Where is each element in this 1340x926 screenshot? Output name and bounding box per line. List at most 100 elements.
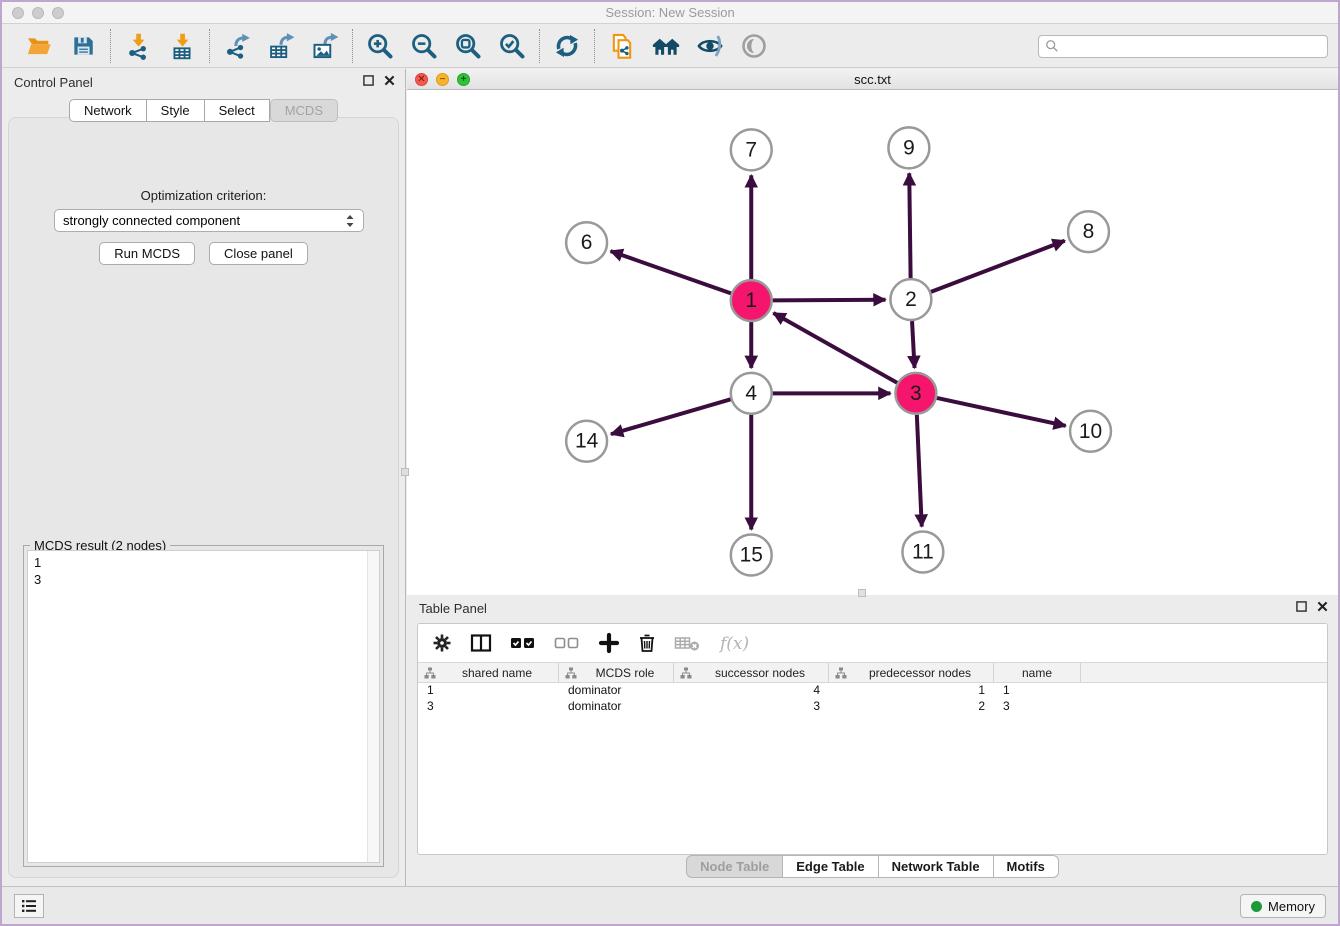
table-row[interactable]: 1dominator411 — [418, 683, 1327, 699]
import-network-icon[interactable] — [123, 31, 153, 61]
node-6[interactable]: 6 — [566, 222, 607, 263]
column-header-MCDS-role[interactable]: MCDS role — [559, 663, 674, 682]
mcds-panel: Optimization criterion: strongly connect… — [8, 117, 399, 878]
edge-1-6[interactable] — [611, 251, 731, 293]
column-header-shared-name[interactable]: shared name — [418, 663, 559, 682]
close-panel-icon[interactable] — [384, 75, 395, 86]
function-builder-icon[interactable]: f(x) — [718, 631, 752, 655]
tab-style[interactable]: Style — [147, 99, 205, 122]
node-15[interactable]: 15 — [731, 535, 772, 576]
tab-node-table[interactable]: Node Table — [686, 855, 783, 878]
node-11[interactable]: 11 — [902, 532, 943, 573]
edge-3-1[interactable] — [773, 313, 897, 383]
memory-status-icon — [1251, 901, 1262, 912]
column-header-label: MCDS role — [577, 666, 673, 680]
export-table-icon[interactable] — [266, 31, 296, 61]
node-label: 9 — [903, 136, 915, 159]
table-cell: 1 — [829, 683, 994, 699]
hide-selected-icon[interactable] — [695, 31, 725, 61]
delete-table-icon[interactable] — [674, 634, 700, 652]
network-canvas[interactable]: 7 9 6 8 1 2 4 3 14 10 15 11 — [407, 90, 1338, 594]
float-table-panel-icon[interactable] — [1296, 601, 1307, 612]
criterion-dropdown[interactable]: strongly connected component — [54, 209, 364, 232]
run-mcds-button[interactable]: Run MCDS — [99, 242, 195, 265]
table-header-row: shared name MCDS rolesuccessor nodesprede… — [418, 662, 1327, 683]
column-header-name[interactable]: name — [994, 663, 1081, 682]
search-field[interactable] — [1038, 35, 1328, 58]
node-7[interactable]: 7 — [731, 129, 772, 170]
node-4[interactable]: 4 — [731, 373, 772, 414]
result-scrollbar[interactable] — [367, 551, 379, 862]
table-row[interactable]: 3dominator323 — [418, 699, 1327, 715]
node-10[interactable]: 10 — [1070, 411, 1111, 452]
vertical-splitter-handle[interactable] — [401, 468, 409, 476]
column-header-successor-nodes[interactable]: successor nodes — [674, 663, 829, 682]
table-panel: Table Panel f(x) shared name MCDS rolesuc… — [407, 595, 1338, 886]
first-neighbors-icon[interactable] — [651, 31, 681, 61]
node-label: 1 — [745, 289, 757, 312]
float-panel-icon[interactable] — [363, 75, 374, 86]
tab-motifs[interactable]: Motifs — [994, 855, 1059, 878]
mcds-result-list[interactable]: 13 — [27, 550, 380, 863]
unselect-all-columns-icon[interactable] — [554, 634, 580, 652]
zoom-in-icon[interactable] — [365, 31, 395, 61]
apply-layout-icon[interactable] — [552, 31, 582, 61]
zoom-out-icon[interactable] — [409, 31, 439, 61]
zoom-fit-icon[interactable] — [453, 31, 483, 61]
search-input[interactable] — [1063, 39, 1321, 53]
node-9[interactable]: 9 — [888, 127, 929, 168]
node-label: 10 — [1079, 420, 1102, 443]
node-3[interactable]: 3 — [895, 373, 936, 414]
add-column-icon[interactable] — [598, 632, 620, 654]
column-header-label: shared name — [436, 666, 558, 680]
clone-network-icon[interactable] — [607, 31, 637, 61]
table-options-gear-icon[interactable] — [432, 633, 452, 653]
edge-2-8[interactable] — [931, 241, 1065, 292]
control-panel: Control Panel NetworkStyleSelectMCDS Opt… — [2, 69, 406, 886]
split-panel-icon[interactable] — [470, 633, 492, 653]
tab-edge-table[interactable]: Edge Table — [783, 855, 878, 878]
export-network-icon[interactable] — [222, 31, 252, 61]
column-tree-icon — [565, 667, 577, 679]
tab-select[interactable]: Select — [205, 99, 270, 122]
memory-button[interactable]: Memory — [1240, 894, 1326, 918]
open-file-icon[interactable] — [24, 31, 54, 61]
edge-3-11[interactable] — [917, 415, 922, 527]
table-panel-title: Table Panel — [419, 601, 487, 616]
node-14[interactable]: 14 — [566, 421, 607, 462]
edge-2-3[interactable] — [912, 321, 914, 368]
dropdown-stepper-icon — [345, 213, 355, 229]
edge-3-10[interactable] — [937, 398, 1066, 426]
tab-mcds[interactable]: MCDS — [270, 99, 338, 122]
table-cell: 4 — [674, 683, 829, 699]
node-8[interactable]: 8 — [1068, 211, 1109, 252]
network-view-window: ✕ − + scc.txt 7968124314101511 — [407, 69, 1338, 595]
node-table-container: f(x) shared name MCDS rolesuccessor nodes… — [417, 623, 1328, 855]
node-label: 11 — [912, 540, 934, 563]
edge-1-2[interactable] — [773, 300, 886, 301]
task-history-button[interactable] — [14, 894, 44, 918]
edge-4-14[interactable] — [611, 399, 731, 434]
control-panel-title: Control Panel — [14, 75, 93, 90]
horizontal-splitter-handle[interactable] — [858, 589, 866, 597]
show-graphics-details-icon[interactable] — [739, 31, 769, 61]
tab-network[interactable]: Network — [69, 99, 147, 122]
zoom-selected-icon[interactable] — [497, 31, 527, 61]
table-cell: 2 — [829, 699, 994, 715]
select-all-columns-icon[interactable] — [510, 634, 536, 652]
delete-columns-trash-icon[interactable] — [638, 633, 656, 653]
save-session-icon[interactable] — [68, 31, 98, 61]
node-label: 4 — [745, 382, 757, 405]
table-cell: dominator — [559, 699, 674, 715]
tab-network-table[interactable]: Network Table — [879, 855, 994, 878]
table-toolbar: f(x) — [418, 624, 1327, 662]
column-header-predecessor-nodes[interactable]: predecessor nodes — [829, 663, 994, 682]
node-1[interactable]: 1 — [731, 280, 772, 321]
export-image-icon[interactable] — [310, 31, 340, 61]
close-table-panel-icon[interactable] — [1317, 601, 1328, 612]
import-table-icon[interactable] — [167, 31, 197, 61]
edge-2-9[interactable] — [909, 173, 910, 278]
close-panel-button[interactable]: Close panel — [209, 242, 308, 265]
table-cell: dominator — [559, 683, 674, 699]
node-2[interactable]: 2 — [890, 279, 931, 320]
